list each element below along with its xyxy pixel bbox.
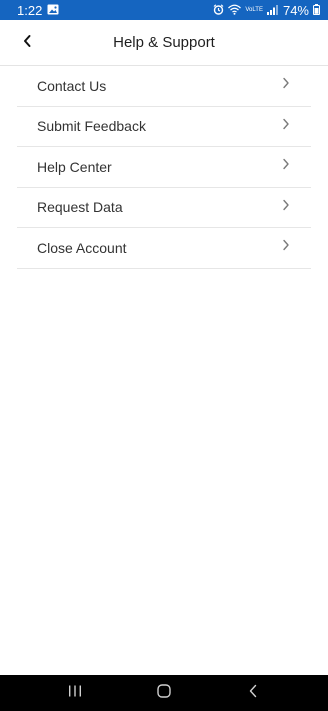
- chevron-right-icon: [281, 157, 291, 176]
- menu-item-close-account[interactable]: Close Account: [17, 228, 311, 269]
- system-nav-bar: [0, 675, 328, 711]
- menu-item-label: Submit Feedback: [37, 118, 146, 135]
- chevron-right-icon: [281, 238, 291, 257]
- menu-item-request-data[interactable]: Request Data: [17, 188, 311, 228]
- status-bar: 1:22 VoLTE 74%: [0, 0, 328, 20]
- home-icon: [157, 683, 171, 703]
- status-time: 1:22: [17, 2, 43, 18]
- system-back-button[interactable]: [233, 678, 273, 708]
- menu-item-label: Contact Us: [37, 77, 107, 94]
- menu-item-help-center[interactable]: Help Center: [17, 147, 311, 188]
- battery-icon: [309, 3, 320, 18]
- page-title: Help & Support: [113, 34, 215, 51]
- volte-label: VoLTE: [245, 7, 263, 13]
- status-left: 1:22: [17, 3, 59, 18]
- menu-item-submit-feedback[interactable]: Submit Feedback: [17, 107, 311, 147]
- back-button[interactable]: [14, 31, 40, 55]
- menu-item-label: Help Center: [37, 158, 112, 175]
- chevron-right-icon: [281, 198, 291, 217]
- status-right: VoLTE 74%: [209, 3, 320, 18]
- menu-item-contact-us[interactable]: Contact Us: [17, 66, 311, 107]
- battery-percentage: 74%: [282, 2, 309, 18]
- wifi-icon: [224, 3, 242, 18]
- help-support-menu: Contact Us Submit Feedback Help Center R…: [17, 66, 311, 269]
- signal-icon: [263, 3, 279, 18]
- app-header: Help & Support: [0, 20, 328, 66]
- recent-apps-icon: [68, 684, 82, 702]
- menu-item-label: Request Data: [37, 199, 123, 216]
- chevron-left-icon: [22, 34, 32, 53]
- home-button[interactable]: [144, 678, 184, 708]
- recent-apps-button[interactable]: [55, 678, 95, 708]
- gallery-notification-icon: [47, 3, 59, 18]
- alarm-icon: [209, 3, 224, 18]
- screen: 1:22 VoLTE 74% Help & Support Contact Us…: [0, 0, 328, 711]
- menu-item-label: Close Account: [37, 239, 127, 256]
- chevron-right-icon: [281, 117, 291, 136]
- volte-icon: VoLTE: [245, 7, 263, 13]
- chevron-right-icon: [281, 76, 291, 95]
- back-arrow-icon: [248, 684, 258, 703]
